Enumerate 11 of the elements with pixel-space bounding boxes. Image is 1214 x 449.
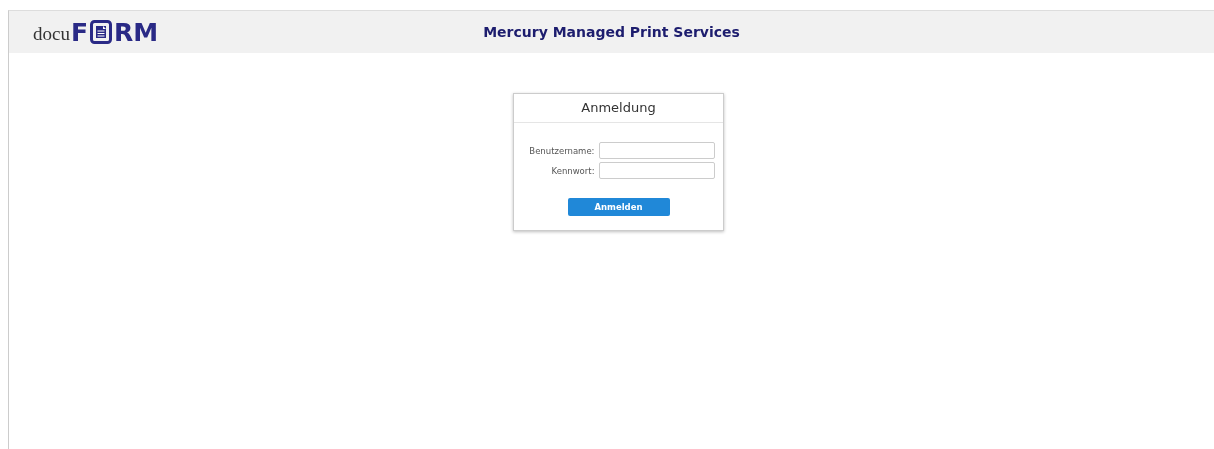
login-button[interactable]: Anmelden [567, 198, 670, 216]
field-label: Kennwort: [550, 165, 595, 176]
input-field[interactable] [598, 162, 715, 179]
document-icon [90, 20, 112, 44]
input-field[interactable] [598, 142, 715, 159]
field-label: Benutzername: [528, 145, 595, 156]
page-title: Mercury Managed Print Services [483, 24, 740, 40]
card-title: Anmeldung [514, 94, 723, 123]
logo-text: RM [114, 19, 159, 45]
logo-text: docu [33, 23, 70, 45]
logo-text: F [70, 19, 88, 45]
